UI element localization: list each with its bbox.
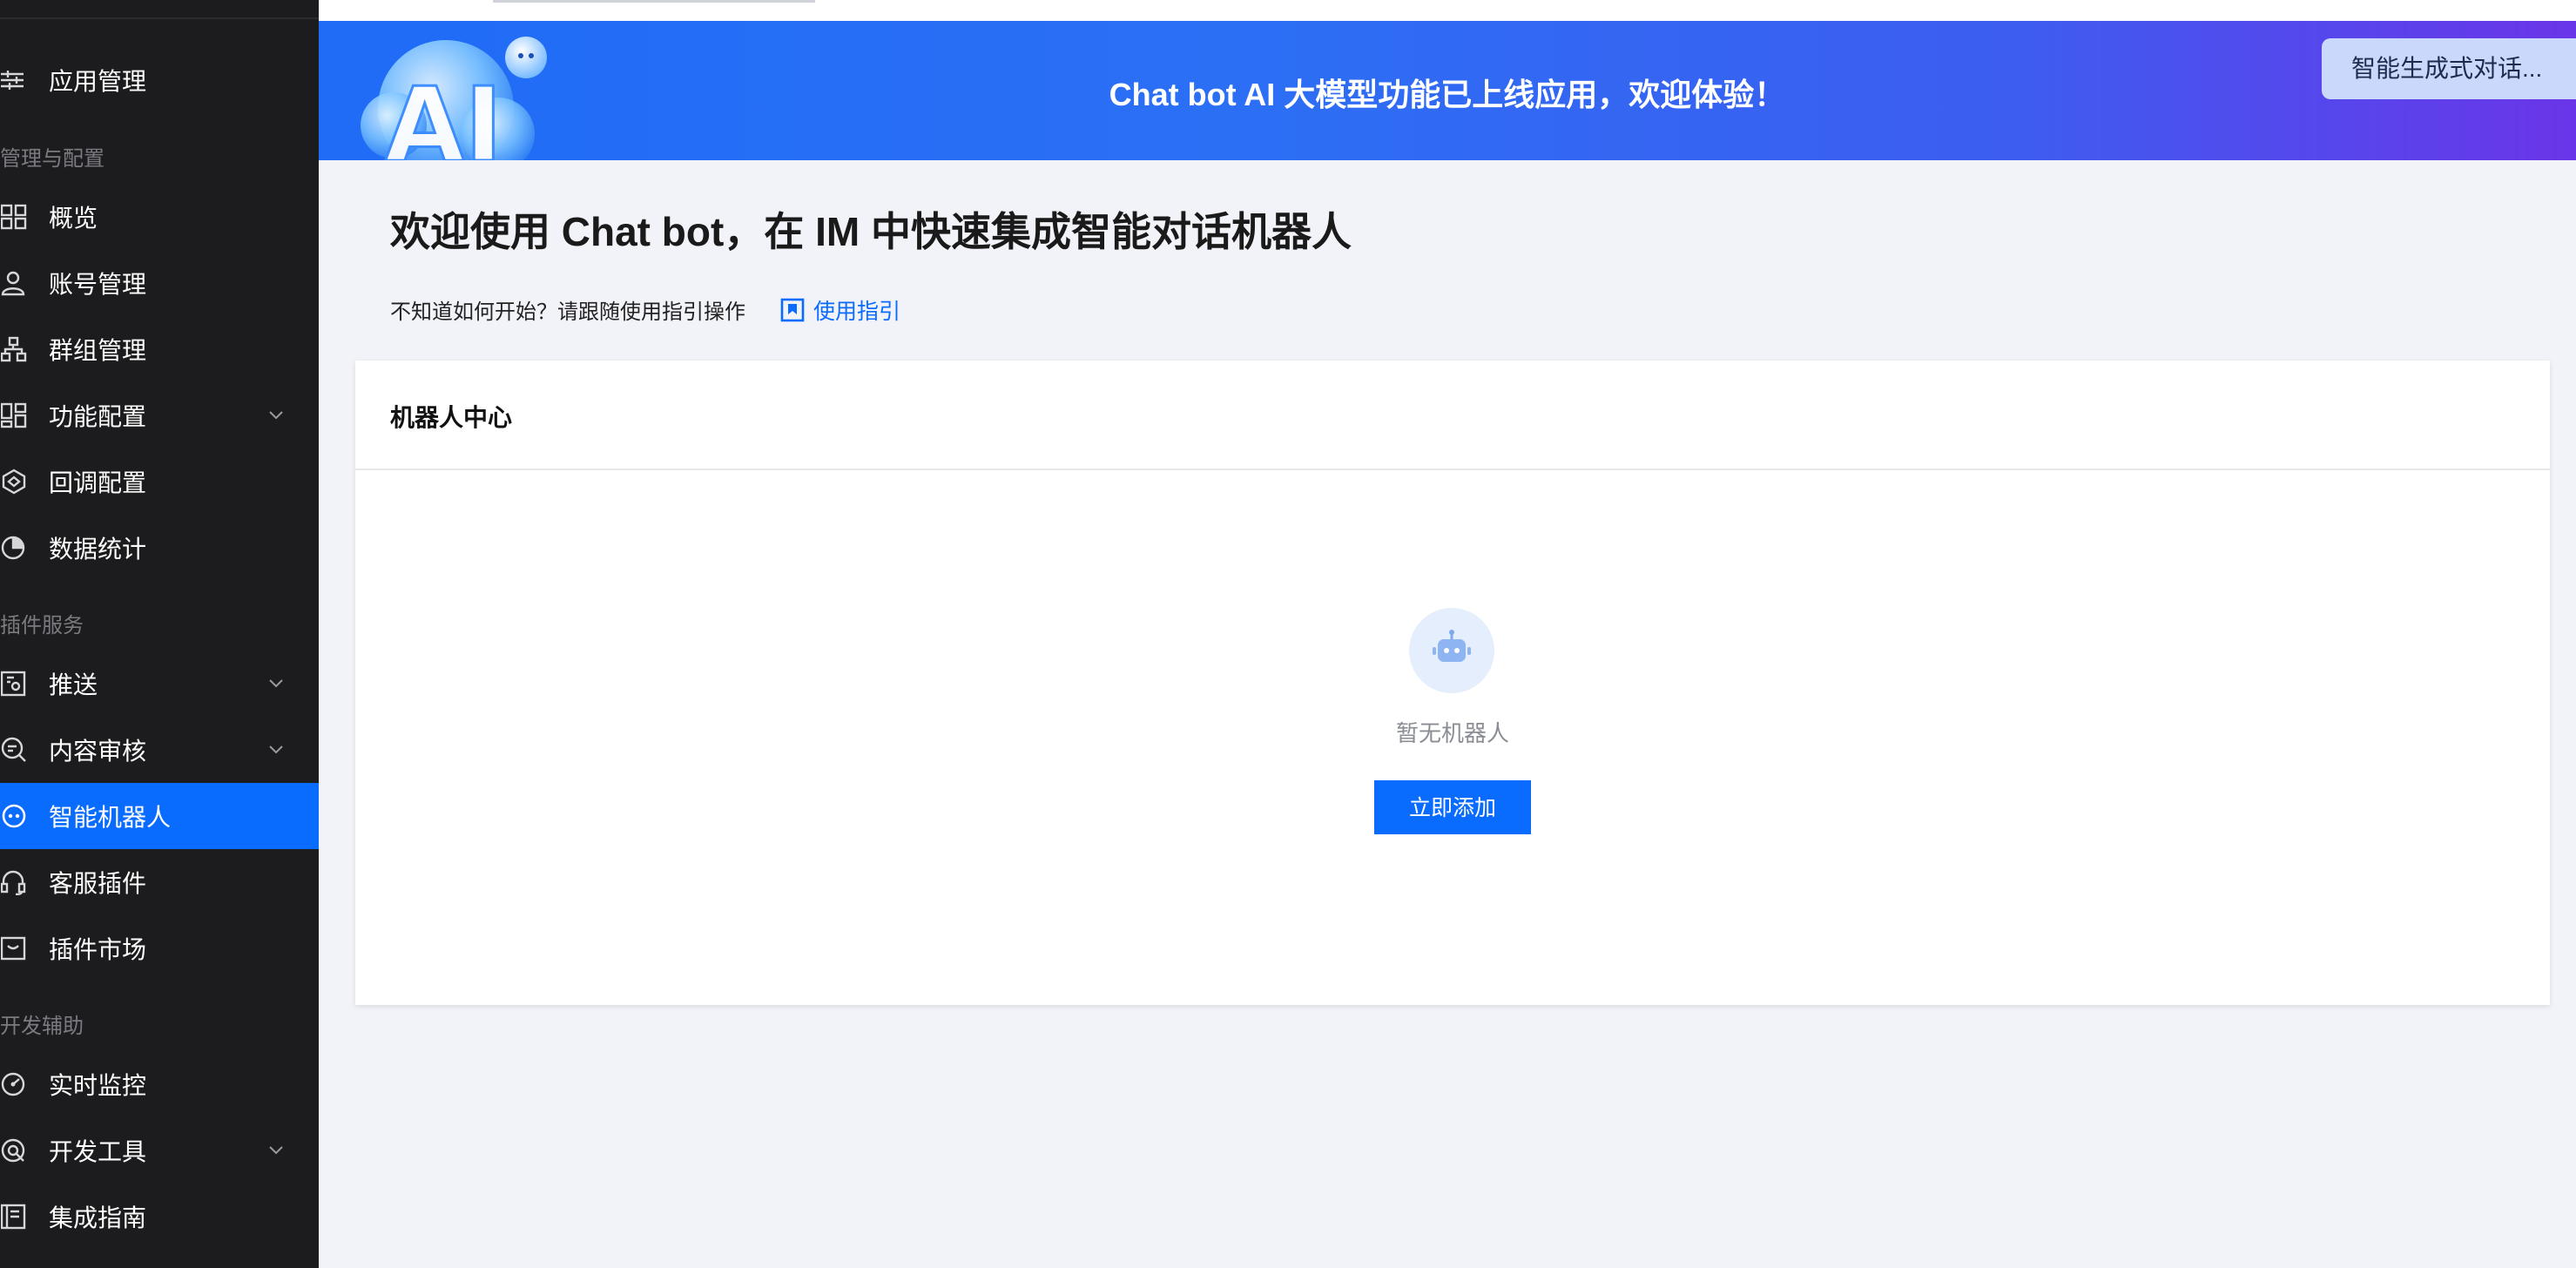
sidebar-item-customer-service[interactable]: 客服插件 [0, 849, 319, 915]
empty-state-text: 暂无机器人 [1395, 720, 1509, 746]
chevron-down-icon[interactable] [265, 1139, 287, 1162]
sidebar-item-label: 实时监控 [49, 1072, 147, 1099]
page-title: 欢迎使用 Chat bot，在 IM 中快速集成智能对话机器人 [390, 209, 1352, 254]
book-icon [0, 1203, 28, 1231]
sidebar-group-plugin-services: 插件服务 [0, 614, 84, 637]
sidebar-item-dev-tools[interactable]: 开发工具 [0, 1117, 319, 1184]
sidebar-item-realtime-monitor[interactable]: 实时监控 [0, 1051, 319, 1117]
card-title: 机器人中心 [390, 404, 513, 431]
guide-book-icon [780, 298, 805, 322]
usage-guide-label: 使用指引 [813, 300, 901, 324]
sidebar-item-integration-guide[interactable]: 集成指南 [0, 1184, 319, 1250]
sidebar-group-manage-config: 管理与配置 [0, 147, 105, 171]
sidebar: 应用管理 管理与配置 概览 账号管理 群组管理 功能配置 回调配置 数据统计 插… [0, 0, 319, 1268]
sidebar-item-groups[interactable]: 群组管理 [0, 316, 319, 382]
sidebar-item-content-audit[interactable]: 内容审核 [0, 717, 319, 783]
pie-icon [0, 534, 28, 562]
sidebar-item-callback-config[interactable]: 回调配置 [0, 449, 319, 515]
sidebar-item-app-management[interactable]: 应用管理 [0, 47, 319, 113]
sidebar-item-plugin-market[interactable]: 插件市场 [0, 915, 319, 981]
top-bar [319, 0, 2576, 21]
sidebar-item-label: 推送 [49, 671, 98, 698]
sidebar-item-label: 回调配置 [49, 469, 147, 496]
sidebar-item-label: 集成指南 [49, 1204, 147, 1231]
sidebar-item-label: 数据统计 [49, 536, 147, 563]
sliders-icon [0, 66, 28, 94]
gauge-icon [0, 1070, 28, 1098]
sidebar-item-overview[interactable]: 概览 [0, 184, 319, 250]
add-robot-button[interactable]: 立即添加 [1374, 780, 1531, 834]
smart-dialog-chip[interactable]: 智能生成式对话... [2322, 38, 2576, 99]
grid-icon [0, 203, 28, 231]
sidebar-item-push[interactable]: 推送 [0, 651, 319, 717]
sidebar-top-divider [0, 17, 319, 19]
user-icon [0, 269, 28, 297]
sidebar-group-dev-assist: 开发辅助 [0, 1015, 84, 1038]
sidebar-item-label: 应用管理 [49, 68, 147, 95]
chevron-down-icon[interactable] [265, 404, 287, 427]
usage-guide-link[interactable]: 使用指引 [780, 294, 900, 326]
sidebar-item-label: 内容审核 [49, 738, 147, 765]
sidebar-item-accounts[interactable]: 账号管理 [0, 250, 319, 316]
sidebar-item-label: 功能配置 [49, 403, 147, 430]
bot-icon [0, 802, 28, 830]
callback-icon [0, 468, 28, 496]
store-icon [0, 934, 28, 962]
robot-icon [1433, 630, 1471, 662]
headset-icon [0, 868, 28, 896]
robot-center-card: 机器人中心 暂无机器人 立即添加 [355, 361, 2550, 1005]
sidebar-item-label: 账号管理 [49, 271, 147, 298]
chevron-down-icon[interactable] [265, 739, 287, 761]
robot-placeholder-avatar [1409, 608, 1494, 693]
sidebar-item-smart-robot[interactable]: 智能机器人 [0, 783, 319, 849]
sidebar-item-label: 群组管理 [49, 337, 147, 364]
card-divider [355, 469, 2550, 470]
audit-icon [0, 736, 28, 764]
sidebar-item-label: 智能机器人 [49, 804, 172, 831]
sidebar-item-label: 开发工具 [49, 1138, 147, 1165]
sidebar-item-label: 概览 [49, 205, 98, 232]
tool-icon [0, 1136, 28, 1164]
layout-icon [0, 401, 28, 429]
sidebar-item-feature-config[interactable]: 功能配置 [0, 382, 319, 449]
org-icon [0, 335, 28, 363]
getting-started-hint: 不知道如何开始？请跟随使用指引操作 [390, 300, 745, 324]
sidebar-item-label: 插件市场 [49, 936, 147, 963]
search-input[interactable] [493, 0, 815, 3]
sidebar-item-label: 客服插件 [49, 870, 147, 897]
chevron-down-icon[interactable] [265, 672, 287, 695]
sidebar-item-data-stats[interactable]: 数据统计 [0, 515, 319, 581]
push-icon [0, 670, 28, 698]
banner-headline: Chat bot AI 大模型功能已上线应用，欢迎体验！ [1109, 77, 1786, 112]
promo-banner[interactable]: AI Chat bot AI 大模型功能已上线应用，欢迎体验！ 智能生成式对话.… [319, 21, 2576, 160]
